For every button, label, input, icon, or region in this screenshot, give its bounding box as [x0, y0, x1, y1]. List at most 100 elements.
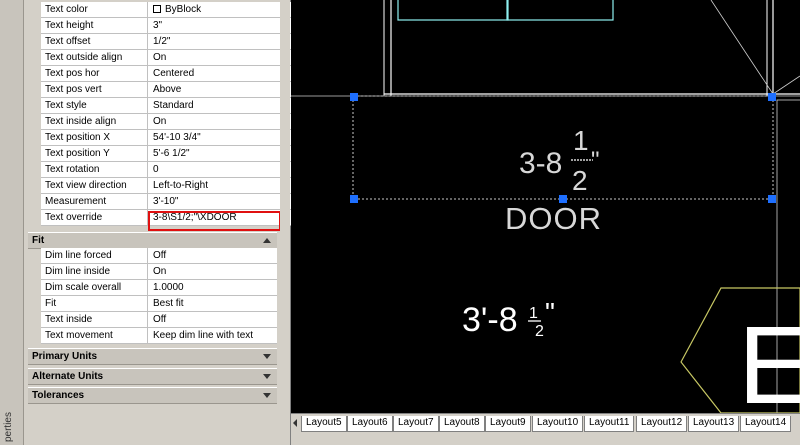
label-main: 3'-8	[462, 301, 518, 339]
prop-value-text: ByBlock	[165, 4, 202, 15]
palette-title-strip[interactable]: perties	[0, 0, 24, 445]
prop-value[interactable]: 1.0000	[149, 280, 277, 296]
dimension-label-group: 3'-8 1 2 "	[462, 297, 555, 340]
prop-name: Text pos vert	[41, 82, 148, 98]
palette-scrollbar[interactable]	[280, 0, 290, 445]
prop-row-text-height[interactable]: Text height 3"	[41, 18, 304, 34]
prop-row-text-offset[interactable]: Text offset 1/2"	[41, 34, 304, 50]
prop-name: Text position Y	[41, 146, 148, 162]
prop-name: Text view direction	[41, 178, 148, 194]
prop-name: Text style	[41, 98, 148, 114]
grip-top-right	[768, 93, 776, 101]
dimension-text-group: 3-8 1 2 " DOOR	[505, 125, 602, 236]
prop-row-text-view-direction[interactable]: Text view direction Left-to-Right	[41, 178, 304, 194]
drawing-canvas[interactable]: 3-8 1 2 " DOOR 3'-8 1 2 " E	[291, 0, 800, 413]
dim-text-numerator: 1	[573, 125, 589, 156]
tab-layout12[interactable]: Layout12	[636, 416, 688, 432]
prop-value[interactable]: Best fit	[149, 296, 277, 312]
prop-row-text-color[interactable]: Text color ByBlock	[41, 2, 304, 18]
prop-row-text-movement[interactable]: Text movement Keep dim line with text	[41, 328, 277, 344]
dim-text-door: DOOR	[505, 201, 602, 236]
tab-layout13[interactable]: Layout13	[688, 416, 740, 432]
prop-name: Measurement	[41, 194, 148, 210]
prop-value[interactable]: On	[149, 264, 277, 280]
prop-row-dim-scale-overall[interactable]: Dim scale overall 1.0000	[41, 280, 277, 296]
section-title: Tolerances	[32, 390, 85, 401]
grip-top-left	[350, 93, 358, 101]
prop-row-text-pos-hor[interactable]: Text pos hor Centered	[41, 66, 304, 82]
prop-row-measurement[interactable]: Measurement 3'-10"	[41, 194, 304, 210]
prop-name: Text rotation	[41, 162, 148, 178]
section-title: Fit	[32, 235, 45, 246]
expand-arrow-icon	[263, 393, 271, 398]
tab-layout7[interactable]: Layout7	[393, 416, 439, 432]
window-pane-left	[397, 0, 509, 21]
collapse-arrow-icon	[263, 238, 271, 243]
prop-name: Dim line inside	[41, 264, 148, 280]
prop-value[interactable]: Off	[149, 312, 277, 328]
label-numerator: 1	[529, 305, 538, 322]
grip-bottom-right	[768, 195, 776, 203]
prop-name: Text outside align	[41, 50, 148, 66]
tab-scroll-left-icon[interactable]	[291, 416, 299, 430]
door-swing-line-2	[772, 75, 800, 95]
prop-row-text-pos-vert[interactable]: Text pos vert Above	[41, 82, 304, 98]
prop-row-dim-line-inside[interactable]: Dim line inside On	[41, 264, 277, 280]
label-denominator: 2	[535, 323, 544, 340]
prop-row-text-rotation[interactable]: Text rotation 0	[41, 162, 304, 178]
section-title: Alternate Units	[32, 371, 104, 382]
tab-layout8[interactable]: Layout8	[439, 416, 485, 432]
prop-value[interactable]: Keep dim line with text	[149, 328, 277, 344]
tag-letter: E	[738, 304, 800, 413]
tab-layout5[interactable]: Layout5	[301, 416, 347, 432]
selection-dashed-box	[352, 95, 774, 200]
prop-row-text-inside[interactable]: Text inside Off	[41, 312, 277, 328]
section-header-primary-units[interactable]: Primary Units	[28, 348, 277, 365]
prop-name: Dim line forced	[41, 248, 148, 264]
prop-name: Text inside align	[41, 114, 148, 130]
prop-name: Fit	[41, 296, 148, 312]
prop-name: Text color	[41, 2, 148, 18]
dimension-selection[interactable]	[350, 93, 776, 203]
prop-name: Dim scale overall	[41, 280, 148, 296]
prop-name: Text override	[41, 210, 148, 226]
section-header-fit[interactable]: Fit	[28, 232, 277, 249]
expand-arrow-icon	[263, 354, 271, 359]
section-header-tolerances[interactable]: Tolerances	[28, 387, 277, 404]
prop-name: Text movement	[41, 328, 148, 344]
drawing-svg: 3-8 1 2 " DOOR 3'-8 1 2 " E	[291, 0, 800, 413]
prop-row-dim-line-forced[interactable]: Dim line forced Off	[41, 248, 277, 264]
tab-layout9[interactable]: Layout9	[485, 416, 531, 432]
prop-name: Text height	[41, 18, 148, 34]
prop-row-text-position-x[interactable]: Text position X 54'-10 3/4"	[41, 130, 304, 146]
tab-layout14[interactable]: Layout14	[740, 416, 792, 432]
prop-row-text-outside-align[interactable]: Text outside align On	[41, 50, 304, 66]
dim-text-inch: "	[591, 147, 600, 174]
layout-tab-bar: Layout5 Layout6 Layout7 Layout8 Layout9 …	[291, 413, 800, 445]
tab-layout11[interactable]: Layout11	[584, 416, 635, 432]
tab-layout10[interactable]: Layout10	[532, 416, 584, 432]
prop-row-text-inside-align[interactable]: Text inside align On	[41, 114, 304, 130]
dim-text-denominator: 2	[572, 165, 588, 196]
properties-palette: perties Text color ByBlock Text height 3…	[0, 0, 304, 445]
prop-name: Text position X	[41, 130, 148, 146]
prop-row-text-position-y[interactable]: Text position Y 5'-6 1/2"	[41, 146, 304, 162]
section-title: Primary Units	[32, 351, 98, 362]
prop-name: Text inside	[41, 312, 148, 328]
label-inch: "	[545, 297, 555, 328]
prop-name: Text pos hor	[41, 66, 148, 82]
prop-row-text-style[interactable]: Text style Standard	[41, 98, 304, 114]
palette-title-label: perties	[3, 412, 14, 443]
prop-name: Text offset	[41, 34, 148, 50]
color-swatch-icon	[153, 5, 161, 13]
expand-arrow-icon	[263, 374, 271, 379]
text-override-highlight	[148, 211, 281, 231]
tab-layout6[interactable]: Layout6	[347, 416, 393, 432]
door-swing-line	[710, 0, 774, 95]
prop-row-fit[interactable]: Fit Best fit	[41, 296, 277, 312]
door-tag: E	[680, 287, 800, 413]
grip-bottom-left	[350, 195, 358, 203]
prop-value[interactable]: Off	[149, 248, 277, 264]
section-header-alternate-units[interactable]: Alternate Units	[28, 368, 277, 385]
window-pane-right	[506, 0, 614, 21]
